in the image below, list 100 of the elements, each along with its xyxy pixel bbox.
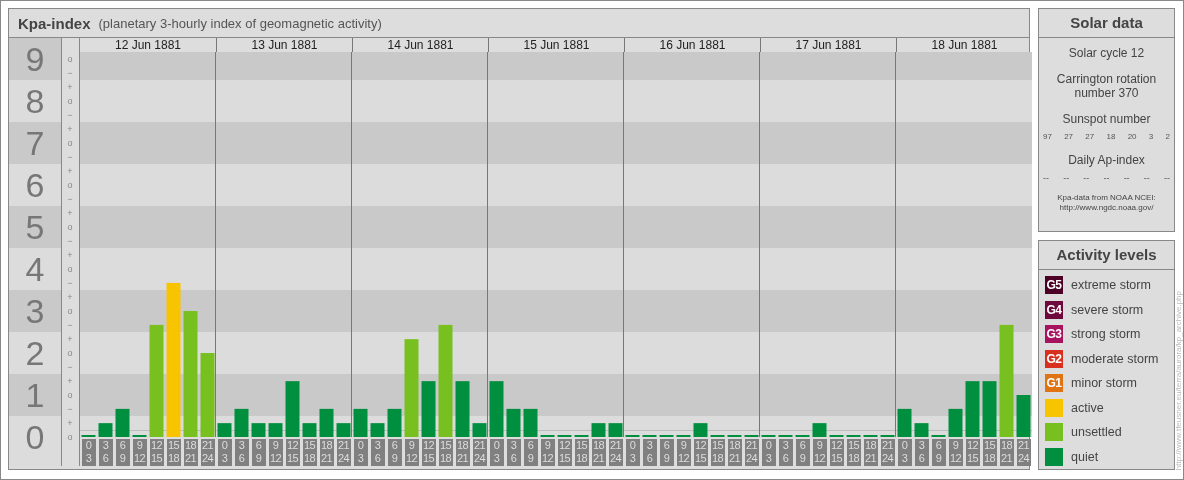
time-label: 18 21 bbox=[319, 439, 334, 466]
sunspot-value: 18 bbox=[1106, 132, 1116, 141]
panel-title: Activity levels bbox=[1039, 241, 1174, 270]
time-label: 9 12 bbox=[404, 439, 419, 466]
date-header: 12 Jun 1881 bbox=[113, 38, 183, 52]
scale-mark: + bbox=[67, 292, 73, 302]
time-label: 12 15 bbox=[829, 439, 844, 466]
time-label: 21 24 bbox=[744, 439, 759, 466]
level-name: unsettled bbox=[1071, 425, 1122, 439]
time-label: 6 9 bbox=[795, 439, 810, 466]
time-label: 3 6 bbox=[506, 439, 521, 466]
scale-mark: o bbox=[67, 180, 73, 190]
time-label: 3 6 bbox=[234, 439, 249, 466]
kp-bar bbox=[455, 381, 470, 437]
panel-subtitle: (planetary 3-hourly index of geomagnetic activity) bbox=[98, 15, 382, 31]
kp-bar bbox=[897, 408, 912, 437]
source-note: Kpa-data from NOAA NCEI: bbox=[1056, 193, 1157, 203]
time-label: 15 18 bbox=[166, 439, 181, 466]
level-swatch: G4 bbox=[1045, 300, 1063, 319]
ap-value: -- bbox=[1083, 173, 1090, 183]
time-label: 6 9 bbox=[115, 439, 130, 466]
ap-value: -- bbox=[1123, 173, 1130, 183]
level-swatch: G1 bbox=[1045, 374, 1063, 392]
time-label: 6 9 bbox=[659, 439, 674, 466]
ap-value: -- bbox=[1163, 173, 1170, 183]
y-tick-label: 1 bbox=[25, 376, 45, 414]
time-label: 0 3 bbox=[353, 439, 368, 466]
y-tick-label: 4 bbox=[25, 250, 45, 289]
date-header: 17 Jun 1881 bbox=[760, 38, 896, 52]
y-tick-label: 9 bbox=[25, 40, 45, 79]
time-label: 9 12 bbox=[948, 439, 963, 466]
kp-bar bbox=[591, 423, 606, 437]
scale-mark: o bbox=[67, 222, 73, 232]
kp-bar bbox=[268, 423, 283, 437]
scale-mark: + bbox=[67, 124, 73, 134]
scale-mark: − bbox=[67, 194, 73, 204]
carrington-rotation: Carrington rotation number 370 bbox=[1055, 72, 1158, 100]
scale-mark: − bbox=[67, 278, 73, 288]
time-label: 6 9 bbox=[523, 439, 538, 466]
time-label: 9 12 bbox=[676, 439, 691, 466]
kp-bar bbox=[234, 408, 249, 437]
time-label: 6 9 bbox=[251, 439, 266, 466]
source-link[interactable]: http://www.ngdc.noaa.gov/ bbox=[1039, 203, 1174, 213]
time-label: 12 15 bbox=[285, 439, 300, 466]
time-label: 18 21 bbox=[999, 439, 1014, 466]
level-name: severe storm bbox=[1071, 302, 1144, 317]
time-label: 18 21 bbox=[591, 439, 606, 466]
scale-mark: + bbox=[67, 334, 73, 344]
kp-bar bbox=[421, 381, 436, 437]
panel-title: Kpa-index bbox=[18, 14, 91, 32]
time-label: 6 9 bbox=[931, 439, 946, 466]
scale-mark: o bbox=[67, 138, 73, 148]
ap-value: -- bbox=[1063, 173, 1070, 183]
ap-value: -- bbox=[1143, 173, 1150, 183]
scale-mark: − bbox=[67, 152, 73, 162]
time-label: 9 12 bbox=[540, 439, 555, 466]
time-label: 3 6 bbox=[370, 439, 385, 466]
date-header: 15 Jun 1881 bbox=[488, 38, 624, 52]
date-header: 18 Jun 1881 bbox=[896, 38, 1032, 52]
kp-bar bbox=[302, 423, 317, 437]
sunspot-value: 2 bbox=[1165, 132, 1170, 141]
time-label: 12 15 bbox=[557, 439, 572, 466]
kp-bar bbox=[353, 408, 368, 437]
time-label: 9 12 bbox=[812, 439, 827, 466]
kp-bar bbox=[965, 381, 980, 437]
y-tick-label: 8 bbox=[25, 82, 45, 121]
time-label: 21 24 bbox=[472, 439, 487, 466]
time-label: 21 24 bbox=[200, 439, 215, 466]
kp-bar bbox=[489, 381, 504, 437]
sunspot-value: 27 bbox=[1085, 132, 1095, 141]
scale-mark: o bbox=[67, 432, 73, 442]
kp-bar bbox=[693, 423, 708, 437]
time-label: 18 21 bbox=[455, 439, 470, 466]
scale-mark: − bbox=[67, 404, 73, 414]
time-label: 15 18 bbox=[710, 439, 725, 466]
date-header: 14 Jun 1881 bbox=[352, 38, 488, 52]
scale-mark: + bbox=[67, 82, 73, 92]
scale-mark: − bbox=[67, 320, 73, 330]
sunspot-value: 97 bbox=[1043, 132, 1052, 141]
level-swatch: G2 bbox=[1045, 349, 1063, 368]
time-label: 6 9 bbox=[387, 439, 402, 466]
kp-bar bbox=[523, 408, 538, 437]
scale-mark: o bbox=[67, 390, 73, 400]
time-label: 0 3 bbox=[897, 439, 912, 466]
time-label: 0 3 bbox=[81, 439, 96, 466]
kp-bar bbox=[370, 423, 385, 437]
scale-mark: o bbox=[67, 348, 73, 358]
time-label: 12 15 bbox=[965, 439, 980, 466]
kp-bar bbox=[387, 408, 402, 437]
scale-mark: + bbox=[67, 376, 73, 386]
y-tick-label: 7 bbox=[25, 124, 45, 163]
kp-bar bbox=[1016, 395, 1031, 437]
kp-bar bbox=[948, 408, 963, 437]
level-name: extreme storm bbox=[1071, 278, 1151, 292]
level-swatch: G5 bbox=[1045, 276, 1063, 294]
scale-mark: − bbox=[67, 110, 73, 120]
level-swatch: G3 bbox=[1045, 325, 1063, 343]
time-label: 21 24 bbox=[880, 439, 895, 466]
time-label: 9 12 bbox=[132, 439, 147, 466]
kp-bar bbox=[251, 423, 266, 437]
